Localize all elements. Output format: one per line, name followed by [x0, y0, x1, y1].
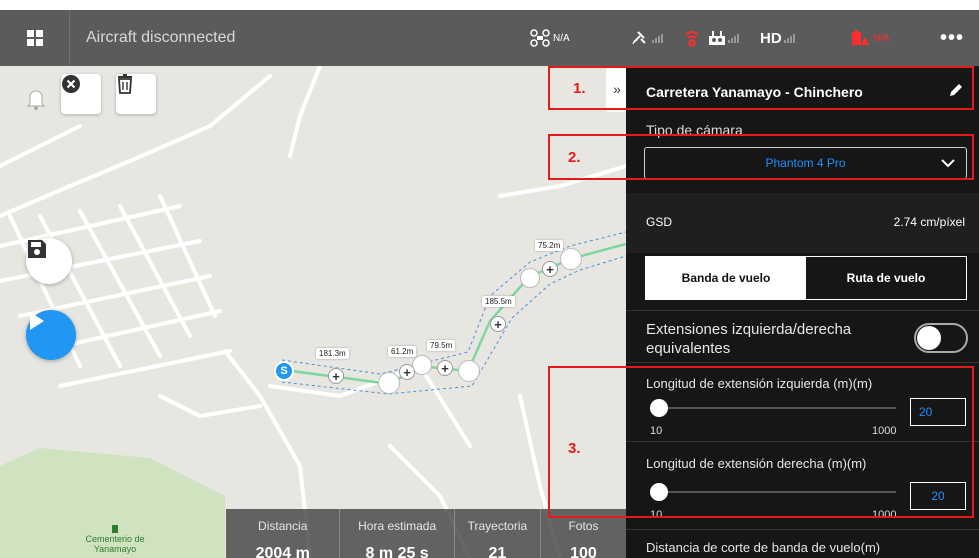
connection-status: Aircraft disconnected [86, 29, 236, 46]
hd-label: HD [760, 29, 782, 47]
stat-trajectory: Trayectoria 21 [455, 509, 541, 558]
segment-length-label: 79.5m [427, 340, 456, 351]
plus-icon: + [403, 364, 411, 380]
play-icon [30, 312, 44, 330]
annotation-number-2: 2. [568, 149, 581, 166]
gsd-row: GSD 2.74 cm/píxel [626, 193, 979, 253]
trash-icon [118, 74, 132, 94]
clear-button[interactable] [61, 74, 101, 114]
battery-warning: N/A [850, 10, 890, 66]
battery-status-label: N/A [873, 32, 890, 44]
satellite-icon [632, 31, 646, 45]
add-waypoint-button[interactable]: + [399, 364, 415, 380]
plus-icon: + [494, 316, 502, 332]
waypoint[interactable] [520, 268, 540, 288]
cemetery-label: Cementerio de Yanamayo [85, 534, 145, 554]
battery-warning-icon [852, 30, 869, 45]
drone-status: N/A [530, 10, 570, 66]
annotation-number-1: 1. [573, 80, 586, 97]
rc-signal [708, 10, 739, 66]
cemetery-icon [112, 525, 118, 533]
stat-distance: Distancia 2004 m [226, 509, 341, 558]
add-waypoint-button[interactable]: + [490, 316, 506, 332]
save-button[interactable] [26, 238, 72, 284]
equal-extensions-label: Extensiones izquierda/derecha equivalent… [646, 321, 852, 357]
bell-icon [26, 90, 46, 110]
stat-header: Distancia [258, 519, 308, 533]
stat-header: Hora estimada [358, 519, 437, 533]
grid-icon [26, 30, 43, 46]
gps-bars-icon [652, 33, 663, 43]
start-mission-button[interactable] [26, 310, 76, 360]
stat-value: 2004 m [255, 545, 310, 558]
stat-value: 100 [570, 545, 597, 558]
stat-header: Fotos [568, 519, 599, 533]
drone-icon [530, 29, 550, 47]
divider [626, 529, 979, 530]
rc-bars-icon [728, 33, 739, 43]
plus-icon: + [441, 360, 449, 376]
gps-signal [632, 10, 663, 66]
waypoint[interactable] [458, 360, 480, 382]
map-view[interactable]: + + + + + S 181.3m 61.2m 79.5m 185.5m 75… [0, 66, 626, 558]
cemetery-poi: Cementerio de Yanamayo [70, 525, 160, 554]
plus-icon: + [332, 368, 340, 384]
toggle-knob [917, 326, 941, 350]
apps-grid-button[interactable] [0, 10, 70, 66]
segment-length-label: 181.3m [316, 348, 349, 359]
save-icon [28, 240, 46, 258]
plus-icon: + [546, 261, 554, 277]
drone-status-label: N/A [553, 32, 570, 44]
segment-length-label: 185.5m [482, 296, 515, 307]
stat-estimated-time: Hora estimada 8 m 25 s [340, 509, 455, 558]
add-waypoint-button[interactable]: + [542, 261, 558, 277]
hd-signal: HD [760, 10, 795, 66]
divider [626, 362, 979, 363]
start-point-marker[interactable]: S [274, 361, 294, 381]
close-circle-icon [62, 75, 80, 93]
stat-value: 21 [488, 545, 507, 558]
annotation-number-3: 3. [568, 440, 581, 457]
annotation-box-1 [548, 66, 974, 110]
waypoint[interactable] [560, 248, 582, 270]
rc-signal-warning [684, 10, 700, 66]
gsd-label: GSD [646, 215, 673, 229]
waypoint[interactable] [378, 372, 400, 394]
add-waypoint-button[interactable]: + [328, 368, 344, 384]
more-icon: ••• [940, 26, 965, 49]
hd-bars-icon [783, 33, 795, 43]
delete-button[interactable] [116, 74, 156, 114]
equal-extensions-toggle[interactable] [914, 323, 968, 353]
gsd-value: 2.74 cm/píxel [893, 215, 965, 229]
rc-warning-icon [685, 31, 699, 47]
add-waypoint-button[interactable]: + [437, 360, 453, 376]
more-menu-button[interactable]: ••• [940, 10, 964, 66]
segment-length-label: 61.2m [388, 346, 417, 357]
segment-length-label: 75.2m [535, 240, 564, 251]
annotation-box-3 [548, 366, 974, 518]
band-cut-distance-label: Distancia de corte de banda de vuelo(m) [646, 540, 881, 555]
segment-flight-route[interactable]: Ruta de vuelo [806, 257, 966, 299]
start-label: S [280, 365, 288, 377]
status-bar: Aircraft disconnected [0, 10, 979, 66]
divider [626, 310, 979, 311]
waypoint[interactable] [412, 355, 432, 375]
stat-header: Trayectoria [467, 519, 528, 533]
app-screen: Aircraft disconnected N/A HD N/A ••• + +… [0, 0, 979, 558]
segment-flight-band[interactable]: Banda de vuelo [646, 257, 806, 299]
annotation-box-2 [548, 134, 974, 180]
remote-controller-icon [709, 31, 725, 45]
stat-value: 8 m 25 s [365, 545, 429, 558]
mode-segmented-control: Banda de vuelo Ruta de vuelo [645, 256, 967, 300]
map-canvas [0, 66, 626, 558]
top-edge [0, 0, 979, 10]
